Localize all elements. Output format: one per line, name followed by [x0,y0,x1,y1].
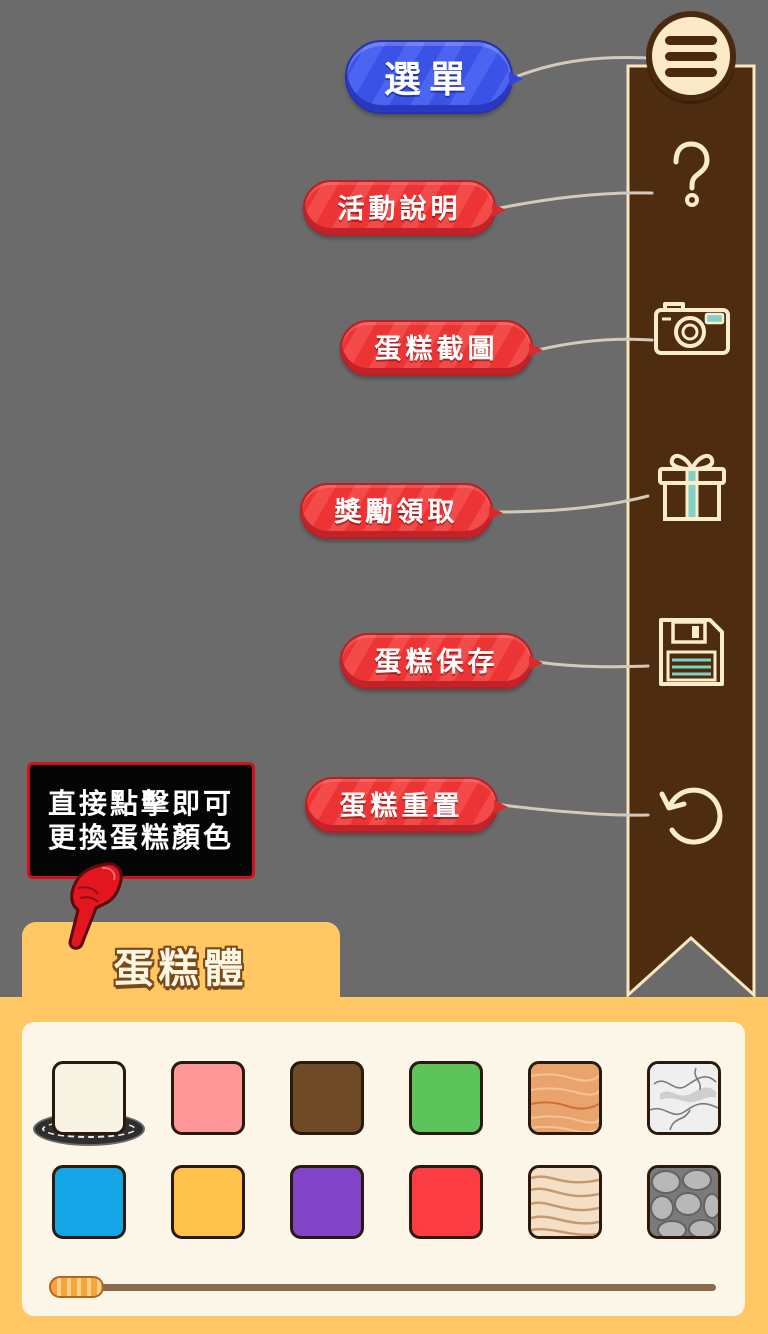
wood-texture-swatch[interactable] [528,1061,602,1135]
swatch-cell[interactable] [290,1061,364,1135]
swatch-cell[interactable] [33,1061,145,1146]
wood-grain-texture [531,1168,599,1236]
event-info-button[interactable]: 活動說明 [303,180,506,236]
reset-icon[interactable] [656,782,728,850]
swatch-cell[interactable] [290,1165,364,1239]
swatch-cell[interactable] [647,1061,721,1135]
hamburger-menu-icon [665,51,717,61]
connector-string [535,660,650,669]
string-knot [489,506,503,520]
connector-string [495,494,650,514]
color-swatch[interactable] [171,1061,245,1135]
hamburger-menu-icon [665,35,717,45]
color-swatch[interactable] [409,1165,483,1239]
color-swatch[interactable] [52,1061,126,1135]
string-knot [492,203,506,217]
swatch-cell[interactable] [52,1165,126,1239]
hint-line: 更換蛋糕顏色 [47,820,234,854]
pill-label: 蛋糕重置 [339,791,464,822]
camera-icon[interactable] [653,298,731,356]
connector-string [500,803,650,817]
swatch-cell[interactable] [528,1165,602,1239]
pointing-hand-icon [68,862,123,950]
marble-texture-swatch[interactable] [647,1061,721,1135]
string-knot [529,656,543,670]
stone-texture [650,1168,718,1236]
cake-save-button[interactable]: 蛋糕保存 [340,633,543,689]
swatch-cell[interactable] [647,1165,721,1239]
stone-texture-swatch[interactable] [647,1165,721,1239]
connector-string [498,191,654,210]
color-swatch[interactable] [290,1061,364,1135]
string-knot [509,72,523,86]
color-swatch[interactable] [171,1165,245,1239]
pill-label: 獎勵領取 [334,497,459,528]
menu-label-button[interactable]: 選單 [345,40,523,114]
menu-toggle-button[interactable] [646,11,736,101]
pill-label: 蛋糕保存 [374,647,499,678]
color-swatch[interactable] [52,1165,126,1239]
color-swatch[interactable] [290,1165,364,1239]
string-knot [494,800,508,814]
cake-reset-button[interactable]: 蛋糕重置 [305,777,508,833]
swatch-grid [33,1061,721,1239]
swatch-cell[interactable] [171,1165,245,1239]
pill-label: 選單 [384,57,474,101]
wood-grain-texture-swatch[interactable] [528,1165,602,1239]
connector-string [516,56,652,78]
color-swatch[interactable] [409,1061,483,1135]
pill-label: 活動說明 [337,194,462,225]
gift-icon[interactable] [656,450,728,522]
swatch-cell[interactable] [409,1061,483,1135]
hamburger-menu-icon [665,67,717,77]
scroll-thumb[interactable] [49,1276,104,1298]
connector-string [536,337,654,352]
pill-label: 蛋糕截圖 [374,334,499,365]
question-icon[interactable] [662,140,720,210]
reward-claim-button[interactable]: 獎勵領取 [300,483,503,539]
wood-texture [531,1064,599,1132]
save-icon[interactable] [656,616,726,688]
tab-label: 蛋糕體 [113,946,249,992]
string-knot [529,343,543,357]
swatch-cell[interactable] [409,1165,483,1239]
scroll-track[interactable] [50,1284,716,1291]
cake-screenshot-button[interactable]: 蛋糕截圖 [340,320,543,376]
hint-line: 直接點擊即可 [47,786,234,820]
swatch-cell[interactable] [528,1061,602,1135]
marble-texture [650,1064,718,1132]
swatch-cell[interactable] [171,1061,245,1135]
